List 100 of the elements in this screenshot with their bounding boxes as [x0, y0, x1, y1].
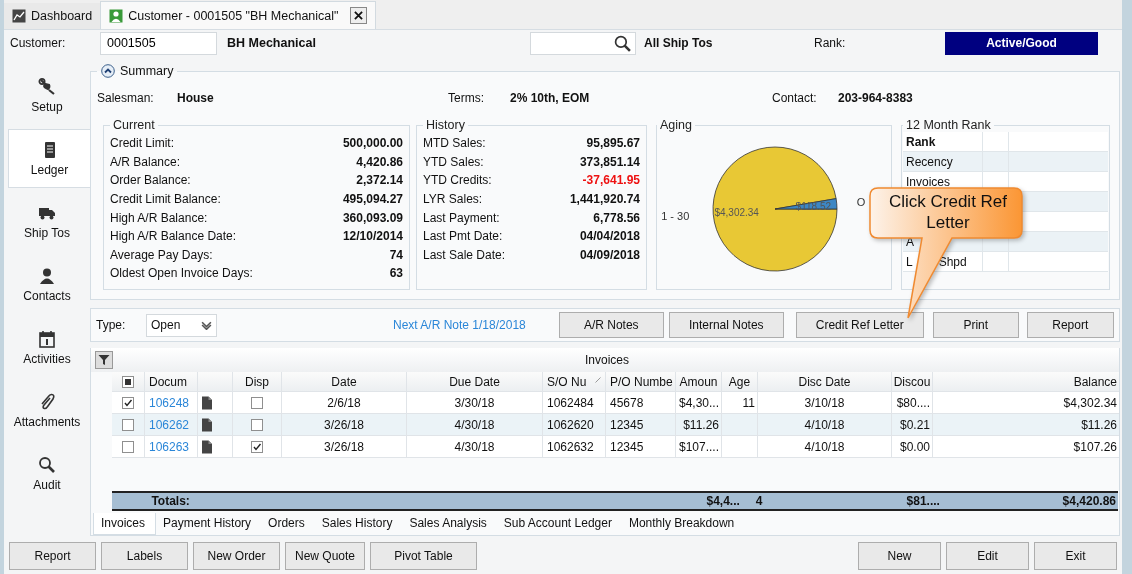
- field-value: 2,372.14: [356, 173, 403, 188]
- column-header[interactable]: Disc Date: [758, 372, 892, 391]
- paperclip-icon: [38, 392, 56, 411]
- field-value: 495,094.27: [342, 192, 403, 207]
- footer-button[interactable]: Exit: [1034, 542, 1117, 570]
- sidebar-item[interactable]: Contacts: [4, 253, 90, 316]
- footer-button[interactable]: Report: [9, 542, 96, 570]
- sidebar-item[interactable]: Activities: [4, 316, 90, 379]
- column-header[interactable]: S/O Nu: [543, 372, 606, 391]
- document-icon[interactable]: [202, 417, 212, 432]
- sidebar-item[interactable]: Setup: [4, 64, 90, 127]
- field-label: High A/R Balance Date:: [110, 229, 237, 244]
- search-field[interactable]: [530, 31, 636, 55]
- toolbar-button[interactable]: Internal Notes: [668, 312, 784, 338]
- group-title: 12 Month Rank: [905, 118, 992, 132]
- table-cell: $107....: [678, 439, 719, 454]
- collapse-icon[interactable]: [101, 64, 115, 78]
- document-link[interactable]: 106263: [149, 439, 190, 454]
- column-header[interactable]: Age: [722, 372, 758, 391]
- disp-checkbox[interactable]: [251, 418, 263, 431]
- table-cell: 11: [742, 395, 755, 410]
- disp-checkbox[interactable]: [251, 440, 263, 453]
- column-header[interactable]: Disp: [233, 372, 282, 391]
- column-header[interactable]: Due Date: [407, 372, 543, 391]
- document-icon[interactable]: [202, 395, 212, 410]
- toolbar-button[interactable]: Credit Ref Letter: [795, 312, 924, 338]
- field-label: Last Pmt Date:: [423, 229, 503, 244]
- tab[interactable]: Sub Account Ledger: [496, 513, 622, 534]
- tab[interactable]: Payment History: [156, 513, 262, 534]
- toolbar-button[interactable]: A/R Notes: [558, 312, 664, 338]
- footer-button[interactable]: New Quote: [285, 542, 365, 570]
- table-cell: 3/26/18: [323, 417, 364, 432]
- footer-button[interactable]: Pivot Table: [370, 542, 477, 570]
- column-header[interactable]: Amoun: [676, 372, 722, 391]
- field-value: 4,420.86: [356, 154, 403, 169]
- field-value: 500,000.00: [342, 136, 403, 151]
- toolbar-button[interactable]: Report: [1026, 312, 1114, 338]
- footer-button[interactable]: New Order: [193, 542, 280, 570]
- tab[interactable]: Sales Analysis: [402, 513, 497, 534]
- column-header[interactable]: Date: [282, 372, 407, 391]
- disp-checkbox[interactable]: [251, 396, 263, 409]
- type-dropdown[interactable]: Open: [146, 313, 217, 337]
- field-value: 63: [389, 266, 403, 281]
- field-value: 1,441,920.74: [569, 192, 640, 207]
- field-label: LYR Sales:: [423, 192, 483, 207]
- column-header[interactable]: Docum: [145, 372, 198, 391]
- field-label: Terms:: [448, 91, 485, 105]
- row-checkbox[interactable]: [122, 396, 134, 409]
- field-label: Salesman:: [97, 91, 155, 105]
- row-checkbox[interactable]: [122, 418, 134, 431]
- sidebar-item[interactable]: Attachments: [4, 379, 90, 442]
- tab[interactable]: Invoices: [93, 512, 157, 535]
- callout-text: Click Credit Ref Letter: [887, 191, 1009, 233]
- row-checkbox[interactable]: [122, 440, 134, 453]
- column-header[interactable]: Discou: [892, 372, 933, 391]
- field-value: 203-964-8383: [838, 91, 914, 105]
- table-cell: 3/10/18: [804, 395, 845, 410]
- table-cell: L: [906, 254, 913, 269]
- tab[interactable]: Monthly Breakdown: [621, 513, 745, 534]
- select-all-checkbox[interactable]: [122, 375, 134, 388]
- tab[interactable]: Orders: [261, 513, 315, 534]
- close-icon[interactable]: [353, 11, 363, 20]
- next-note-link[interactable]: Next A/R Note 1/18/2018: [393, 318, 526, 332]
- tab[interactable]: Customer - 0001505 "BH Mechanical": [100, 1, 376, 29]
- table-cell: 1062632: [547, 439, 594, 454]
- table-cell: $0.00: [899, 439, 930, 454]
- rank-label: Rank:: [814, 36, 847, 50]
- footer-button[interactable]: Labels: [101, 542, 188, 570]
- document-link[interactable]: 106248: [149, 395, 190, 410]
- wrench-icon: [38, 77, 56, 96]
- field-value: 12/10/2014: [342, 229, 403, 244]
- footer-button[interactable]: New: [858, 542, 941, 570]
- field-label: YTD Sales:: [423, 154, 484, 169]
- document-icon[interactable]: [202, 439, 212, 454]
- search-icon[interactable]: [614, 34, 631, 52]
- field-value: 6,778.56: [593, 210, 640, 225]
- table-cell: $0.21: [899, 417, 930, 432]
- close-button[interactable]: [349, 7, 367, 24]
- column-header[interactable]: P/O Numbe: [606, 372, 676, 391]
- total-value: $4,4...: [706, 494, 740, 508]
- group-title: Aging: [659, 118, 693, 132]
- sidebar-item[interactable]: Audit: [4, 442, 90, 505]
- tab[interactable]: Dashboard: [4, 3, 101, 29]
- column-header[interactable]: Balance: [933, 372, 1119, 391]
- footer-button[interactable]: Edit: [946, 542, 1029, 570]
- table-cell: $80....: [896, 395, 930, 410]
- tab[interactable]: Sales History: [314, 513, 403, 534]
- table-cell: 2/6/18: [327, 395, 361, 410]
- field-value: 04/04/2018: [579, 229, 640, 244]
- totals-label: Totals:: [151, 494, 190, 508]
- field-label: Contact:: [772, 91, 818, 105]
- toolbar-button[interactable]: Print: [932, 312, 1019, 338]
- calendar-icon: [38, 329, 56, 348]
- customer-field[interactable]: 0001505: [100, 31, 217, 55]
- field-label: High A/R Balance:: [110, 210, 208, 225]
- field-value: -37,641.95: [582, 173, 640, 188]
- sidebar-item[interactable]: Ledger: [8, 129, 90, 188]
- document-link[interactable]: 106262: [149, 417, 190, 432]
- sidebar-item[interactable]: Ship Tos: [4, 190, 90, 253]
- chevron-icon[interactable]: [201, 320, 212, 330]
